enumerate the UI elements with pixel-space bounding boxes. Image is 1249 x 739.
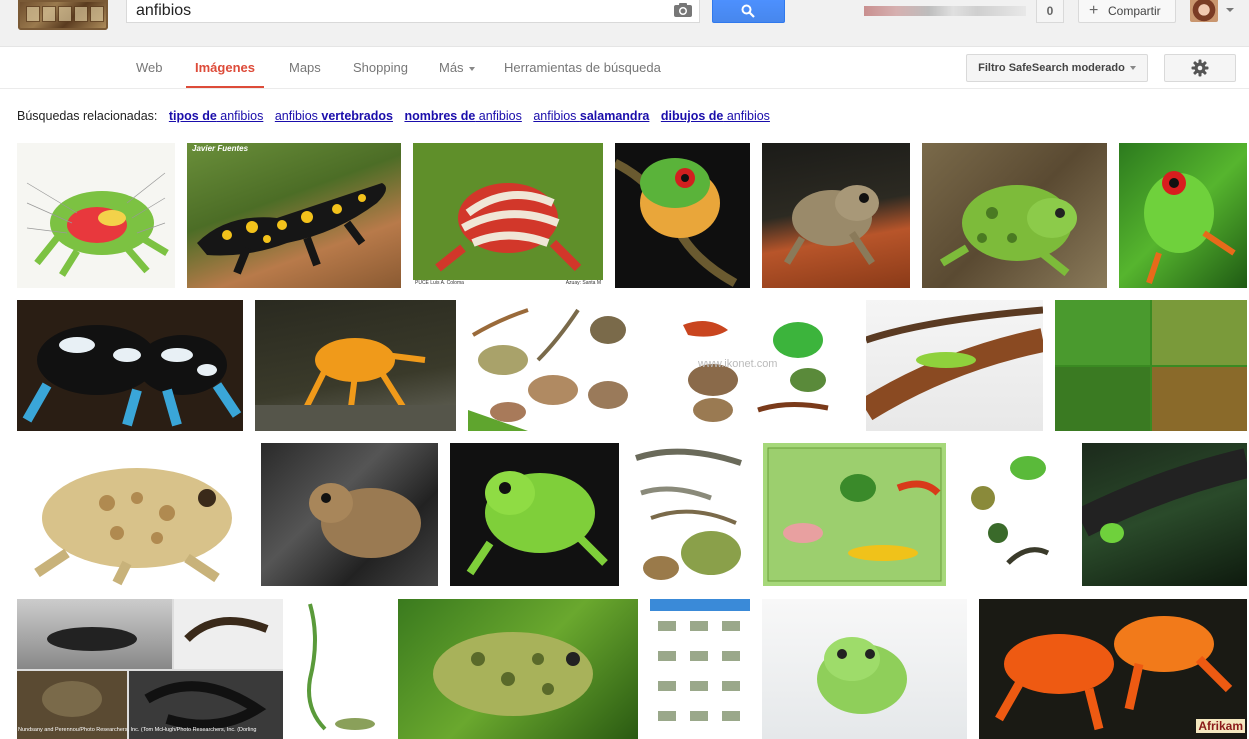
- notifications-count[interactable]: 0: [1036, 0, 1064, 23]
- image-result-orange-frogs[interactable]: Afrikam: [979, 599, 1247, 739]
- search-button[interactable]: [712, 0, 785, 23]
- related-link-dibujos[interactable]: dibujos de anfibios: [661, 109, 770, 123]
- image-caption: Azuay: Santa M: [565, 280, 601, 286]
- related-link-salamandra[interactable]: anfibios salamandra: [533, 109, 649, 123]
- plus-icon: +: [1089, 2, 1099, 19]
- avatar[interactable]: [1190, 0, 1218, 22]
- image-result-collage-caecilian[interactable]: Nundsany and Perennou/Photo Researchers,…: [17, 599, 283, 739]
- image-result-frog-grid[interactable]: [1055, 300, 1247, 431]
- image-result-orange-frog[interactable]: [255, 300, 456, 431]
- image-result-caecilian-dark[interactable]: [1082, 443, 1247, 586]
- tab-web[interactable]: Web: [136, 47, 163, 88]
- image-result-fire-salamander[interactable]: Javier Fuentes: [187, 143, 401, 288]
- image-result-red-eyed-tree-frog[interactable]: [615, 143, 750, 288]
- image-result-red-striped-frog[interactable]: PUCE Luis A. Coloma Azuay: Santa M: [413, 143, 603, 288]
- related-searches: Búsquedas relacionadas: tipos de anfibio…: [17, 109, 770, 123]
- share-label: Compartir: [1108, 4, 1161, 18]
- image-caption: PUCE Luis A. Coloma: [415, 280, 464, 286]
- top-bar: 0 + Compartir: [0, 0, 1249, 47]
- account-name-blurred[interactable]: [864, 6, 1026, 16]
- google-doodle-logo[interactable]: [18, 0, 108, 30]
- safesearch-label: Filtro SafeSearch moderado: [978, 62, 1125, 74]
- related-link-vertebrados[interactable]: anfibios vertebrados: [275, 109, 393, 123]
- image-watermark: www.ikonet.com: [698, 358, 778, 370]
- image-result-newt-illustration[interactable]: [631, 443, 751, 586]
- image-result-amphibian-poster[interactable]: [763, 443, 946, 586]
- image-result-red-eyed-frog-leaf[interactable]: [1119, 143, 1247, 288]
- image-watermark: Afrikam: [1196, 719, 1245, 733]
- related-searches-label: Búsquedas relacionadas:: [17, 109, 158, 123]
- chevron-down-icon[interactable]: [1226, 8, 1234, 12]
- image-result-amphibian-collage[interactable]: [468, 300, 656, 431]
- image-result-amphibian-border[interactable]: [295, 599, 386, 739]
- share-button[interactable]: + Compartir: [1078, 0, 1176, 23]
- safesearch-button[interactable]: Filtro SafeSearch moderado: [966, 54, 1148, 82]
- related-link-tipos[interactable]: tipos de anfibios: [169, 109, 263, 123]
- nav-bar: Web Imágenes Maps Shopping Más Herramien…: [0, 47, 1249, 89]
- search-box[interactable]: [126, 0, 700, 23]
- tab-more[interactable]: Más: [439, 47, 475, 88]
- image-caption: Javier Fuentes: [192, 144, 249, 153]
- related-link-nombres[interactable]: nombres de anfibios: [404, 109, 521, 123]
- chevron-down-icon: [468, 66, 475, 71]
- image-result-frog-tree-bark[interactable]: [261, 443, 438, 586]
- image-result-green-frog-leaf[interactable]: [398, 599, 638, 739]
- gear-icon: [1191, 59, 1209, 77]
- image-result-metamorphosis[interactable]: [958, 443, 1070, 586]
- image-result-toad-drawing[interactable]: [17, 443, 249, 586]
- chevron-down-icon: [1129, 66, 1136, 71]
- image-result-blue-poison-frogs[interactable]: [17, 300, 243, 431]
- tab-images[interactable]: Imágenes: [186, 47, 264, 88]
- image-result-green-tree-frog[interactable]: [450, 443, 619, 586]
- camera-icon[interactable]: [673, 2, 693, 18]
- image-result-amphibian-chart[interactable]: [650, 599, 750, 739]
- tab-more-label: Más: [439, 60, 464, 75]
- image-result-lizard-branch[interactable]: [866, 300, 1043, 431]
- image-result-ikonet-illustration[interactable]: www.ikonet.com: [668, 300, 854, 431]
- image-result-tree-frog-white[interactable]: [762, 599, 967, 739]
- search-icon: [741, 4, 755, 18]
- image-credit: Nundsany and Perennou/Photo Researchers,…: [18, 727, 257, 733]
- image-result-frog-anatomy[interactable]: [17, 143, 175, 288]
- image-result-brown-frog-leaf[interactable]: [762, 143, 910, 288]
- search-input[interactable]: [136, 0, 656, 22]
- tab-maps[interactable]: Maps: [289, 47, 321, 88]
- tab-shopping[interactable]: Shopping: [353, 47, 408, 88]
- settings-button[interactable]: [1164, 54, 1236, 82]
- tab-search-tools[interactable]: Herramientas de búsqueda: [504, 47, 661, 88]
- image-result-green-frog-sand[interactable]: [922, 143, 1107, 288]
